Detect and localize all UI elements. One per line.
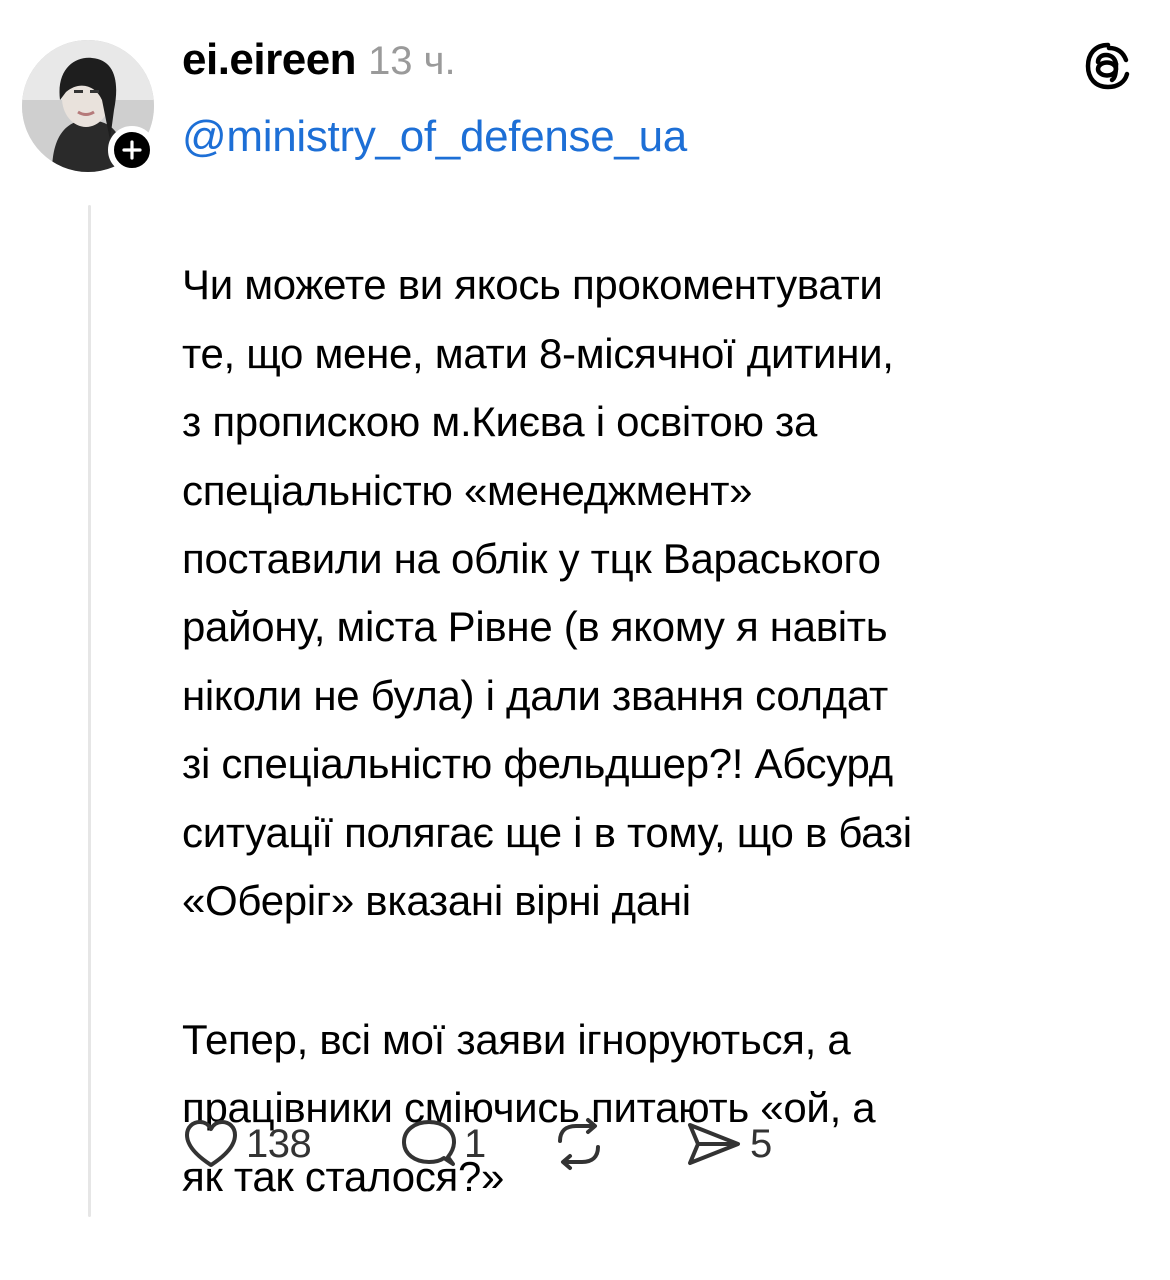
post-header: ei.eireen 13 ч. xyxy=(182,35,456,95)
post-paragraph: Тепер, всі мої заяви ігноруються, а прац… xyxy=(182,1015,876,1200)
follow-button[interactable] xyxy=(108,126,156,174)
repost-icon xyxy=(558,1118,600,1170)
like-button[interactable]: 138 xyxy=(182,1117,400,1171)
share-button[interactable]: 5 xyxy=(684,1117,772,1171)
comment-button[interactable]: 1 xyxy=(400,1117,550,1171)
repost-button[interactable] xyxy=(550,1117,684,1171)
share-count: 5 xyxy=(750,1121,772,1166)
plus-icon xyxy=(122,140,142,160)
action-bar: 138 1 5 xyxy=(182,1112,772,1176)
threads-logo-icon[interactable] xyxy=(1082,40,1134,92)
threads-post: ei.eireen 13 ч. @ministry_of_defense_ua … xyxy=(0,0,1170,1217)
post-paragraph: Чи можете ви якось прокоментувати те, що… xyxy=(182,261,912,925)
comment-bubble-icon xyxy=(402,1120,456,1166)
author-username[interactable]: ei.eireen xyxy=(182,35,357,85)
share-send-icon xyxy=(688,1123,740,1165)
thread-line xyxy=(88,205,91,1217)
mention-link[interactable]: @ministry_of_defense_ua xyxy=(182,112,687,162)
avatar-container[interactable] xyxy=(22,40,158,176)
post-time: 13 ч. xyxy=(368,39,456,83)
comment-count: 1 xyxy=(464,1121,486,1166)
like-count: 138 xyxy=(246,1121,312,1166)
heart-icon xyxy=(185,1120,237,1167)
